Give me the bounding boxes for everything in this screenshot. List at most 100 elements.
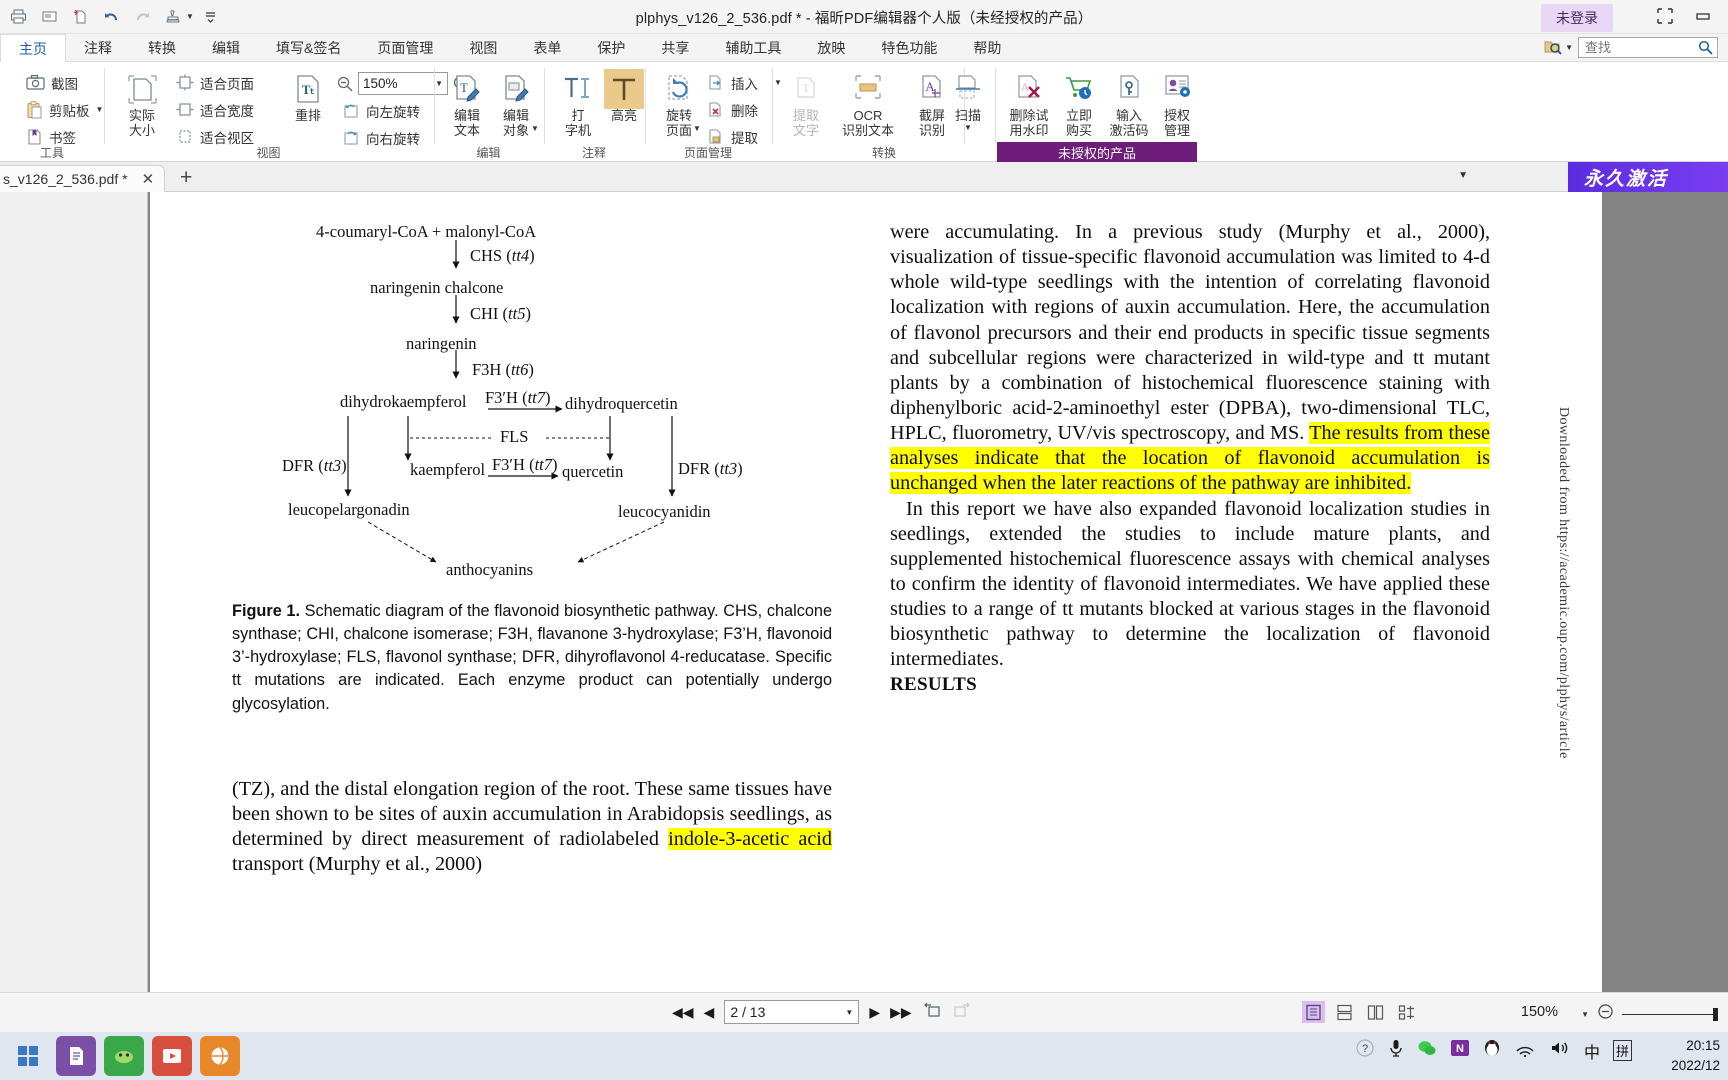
- extract-text-button[interactable]: T 提取 文字: [778, 69, 834, 138]
- chevron-down-icon[interactable]: ▼: [964, 123, 972, 133]
- ocr-label: OCR 识别文本: [841, 108, 894, 138]
- ribbon-group-convert: T 提取 文字 OCR 识别文本 A 截屏 识别 扫描 ▼ 转换: [774, 62, 994, 162]
- menu-tab-presentation[interactable]: 放映: [799, 34, 863, 62]
- permanent-activate-button[interactable]: 永久激活: [1568, 162, 1728, 192]
- tray-volume-icon[interactable]: [1549, 1039, 1571, 1062]
- ribbon-separator: [645, 68, 646, 144]
- ribbon-group-tools: 截图 剪贴板 ▼ 书签 工具: [0, 62, 104, 162]
- figure-enzyme-chs: CHS (tt4): [470, 246, 535, 265]
- previous-page-button[interactable]: ◀: [704, 1004, 715, 1021]
- figure-enzyme-f3ph-upper: F3′H (tt7): [485, 388, 551, 407]
- next-view-icon[interactable]: [952, 1001, 972, 1024]
- zoom-level-value: 150%: [363, 76, 398, 91]
- edit-object-button[interactable]: 编辑 对象 ▼: [488, 69, 544, 137]
- insert-page-button[interactable]: 插入 ▼: [703, 70, 782, 95]
- menu-tab-help[interactable]: 帮助: [955, 34, 1019, 62]
- first-page-button[interactable]: ◀◀: [672, 1004, 694, 1021]
- svg-text:Tₜ: Tₜ: [302, 82, 315, 97]
- license-manage-button[interactable]: 授权 管理: [1149, 69, 1205, 138]
- continuous-mode-button[interactable]: [1333, 1001, 1356, 1023]
- tray-qq-icon[interactable]: [1483, 1038, 1501, 1063]
- last-page-button[interactable]: ▶▶: [890, 1004, 912, 1021]
- taskbar-browser-icon[interactable]: [200, 1036, 240, 1076]
- menu-tab-fill-sign[interactable]: 填写&签名: [258, 34, 359, 62]
- fit-page-button[interactable]: 适合页面: [172, 70, 254, 95]
- menu-tab-form[interactable]: 表单: [515, 34, 579, 62]
- tray-wifi-icon[interactable]: [1514, 1039, 1536, 1062]
- ocr-button[interactable]: OCR 识别文本: [836, 69, 900, 138]
- chevron-down-icon[interactable]: ▼: [845, 1008, 853, 1017]
- screenshot-button[interactable]: 截图: [22, 70, 78, 95]
- search-scope-selector[interactable]: ▼: [1544, 39, 1573, 56]
- ime-language-indicator[interactable]: 中: [1584, 1039, 1600, 1063]
- menu-tab-view[interactable]: 视图: [451, 34, 515, 62]
- menu-tab-features[interactable]: 特色功能: [863, 34, 955, 62]
- menu-tab-protect[interactable]: 保护: [579, 34, 643, 62]
- menu-tab-accessibility[interactable]: 辅助工具: [707, 34, 799, 62]
- menu-tab-home[interactable]: 主页: [0, 34, 66, 62]
- menu-tab-share[interactable]: 共享: [643, 34, 707, 62]
- chevron-down-icon[interactable]: ▼: [1565, 43, 1573, 52]
- reflow-label: 重排: [294, 108, 321, 123]
- edit-object-label: 编辑 对象: [502, 108, 529, 138]
- actual-size-button[interactable]: 实际 大小: [114, 69, 170, 138]
- single-page-mode-button[interactable]: [1302, 1001, 1325, 1023]
- zoom-slider[interactable]: [1622, 1007, 1718, 1021]
- buy-now-button[interactable]: 立即 购买: [1051, 69, 1107, 138]
- search-field-wrapper[interactable]: [1578, 37, 1718, 58]
- document-tab[interactable]: s_v126_2_536.pdf * ✕: [0, 165, 166, 192]
- new-tab-button[interactable]: +: [180, 167, 192, 188]
- screenshot-label: 截图: [51, 76, 78, 92]
- scan-button[interactable]: 扫描 ▼: [940, 69, 996, 133]
- tray-wechat-icon[interactable]: [1417, 1038, 1437, 1063]
- figure-pathway-diagram: 4-coumaryl-CoA + malonyl-CoA CHS (tt4) n…: [260, 210, 820, 600]
- rotate-page-button[interactable]: 旋转 页面 ▼: [651, 69, 707, 137]
- menu-tab-edit[interactable]: 编辑: [194, 34, 258, 62]
- zoom-slider-thumb[interactable]: [1713, 1007, 1718, 1021]
- chevron-down-icon[interactable]: ▼: [1458, 170, 1468, 181]
- restore-window-icon[interactable]: [1654, 5, 1676, 27]
- chevron-down-icon[interactable]: ▼: [1581, 1010, 1589, 1019]
- edit-text-button[interactable]: T 编辑 文本: [439, 69, 495, 138]
- fit-width-button[interactable]: 适合宽度: [172, 97, 254, 122]
- chevron-down-icon[interactable]: ▼: [96, 105, 104, 114]
- page-number-field[interactable]: 2 / 13 ▼: [724, 1000, 860, 1024]
- fit-page-label: 适合页面: [200, 76, 254, 92]
- remove-watermark-button[interactable]: A 删除试 用水印: [1001, 69, 1057, 138]
- tray-onenote-icon[interactable]: N: [1450, 1038, 1470, 1063]
- navigation-side-panel[interactable]: [0, 192, 148, 992]
- start-button[interactable]: [8, 1036, 48, 1076]
- pdf-page[interactable]: 4-coumaryl-CoA + malonyl-CoA CHS (tt4) n…: [150, 192, 1602, 992]
- clipboard-button[interactable]: 剪贴板 ▼: [22, 97, 103, 122]
- highlight-button[interactable]: 高亮: [596, 69, 652, 124]
- rotate-left-icon: [344, 104, 358, 118]
- facing-mode-button[interactable]: [1364, 1001, 1387, 1023]
- facing-continuous-mode-button[interactable]: [1395, 1001, 1418, 1023]
- clipboard-label: 剪贴板: [49, 103, 90, 119]
- close-icon[interactable]: ✕: [142, 170, 155, 188]
- status-zoom-level[interactable]: 150%: [1521, 1004, 1558, 1020]
- chevron-down-icon[interactable]: ▼: [531, 124, 539, 134]
- taskbar-clock[interactable]: 20:15 2022/12: [1671, 1036, 1720, 1077]
- menu-tab-convert[interactable]: 转换: [130, 34, 194, 62]
- taskbar-foxit-icon[interactable]: [56, 1036, 96, 1076]
- tray-mic-icon[interactable]: [1388, 1038, 1404, 1063]
- rotate-left-button[interactable]: 向左旋转: [338, 98, 420, 123]
- figure-enzyme-f3h: F3H (tt6): [472, 360, 534, 379]
- ime-mode-indicator[interactable]: 拼: [1612, 1040, 1632, 1061]
- login-status-badge[interactable]: 未登录: [1541, 4, 1613, 32]
- zoom-out-button[interactable]: [1597, 1003, 1614, 1025]
- menu-tab-comment[interactable]: 注释: [66, 34, 130, 62]
- zoom-out-icon[interactable]: [336, 75, 354, 93]
- menu-tab-page-manage[interactable]: 页面管理: [359, 34, 451, 62]
- next-page-button[interactable]: ▶: [869, 1004, 880, 1021]
- taskbar-media-icon[interactable]: [152, 1036, 192, 1076]
- reflow-button[interactable]: Tₜ 重排: [280, 69, 336, 124]
- previous-view-icon[interactable]: [922, 1001, 942, 1024]
- chevron-down-icon[interactable]: ▼: [693, 124, 701, 134]
- tray-help-icon[interactable]: ?: [1355, 1038, 1375, 1063]
- delete-page-button[interactable]: 删除: [703, 97, 758, 122]
- taskbar-game-icon[interactable]: [104, 1036, 144, 1076]
- minimize-window-icon[interactable]: [1692, 5, 1714, 27]
- search-input[interactable]: [1583, 39, 1698, 56]
